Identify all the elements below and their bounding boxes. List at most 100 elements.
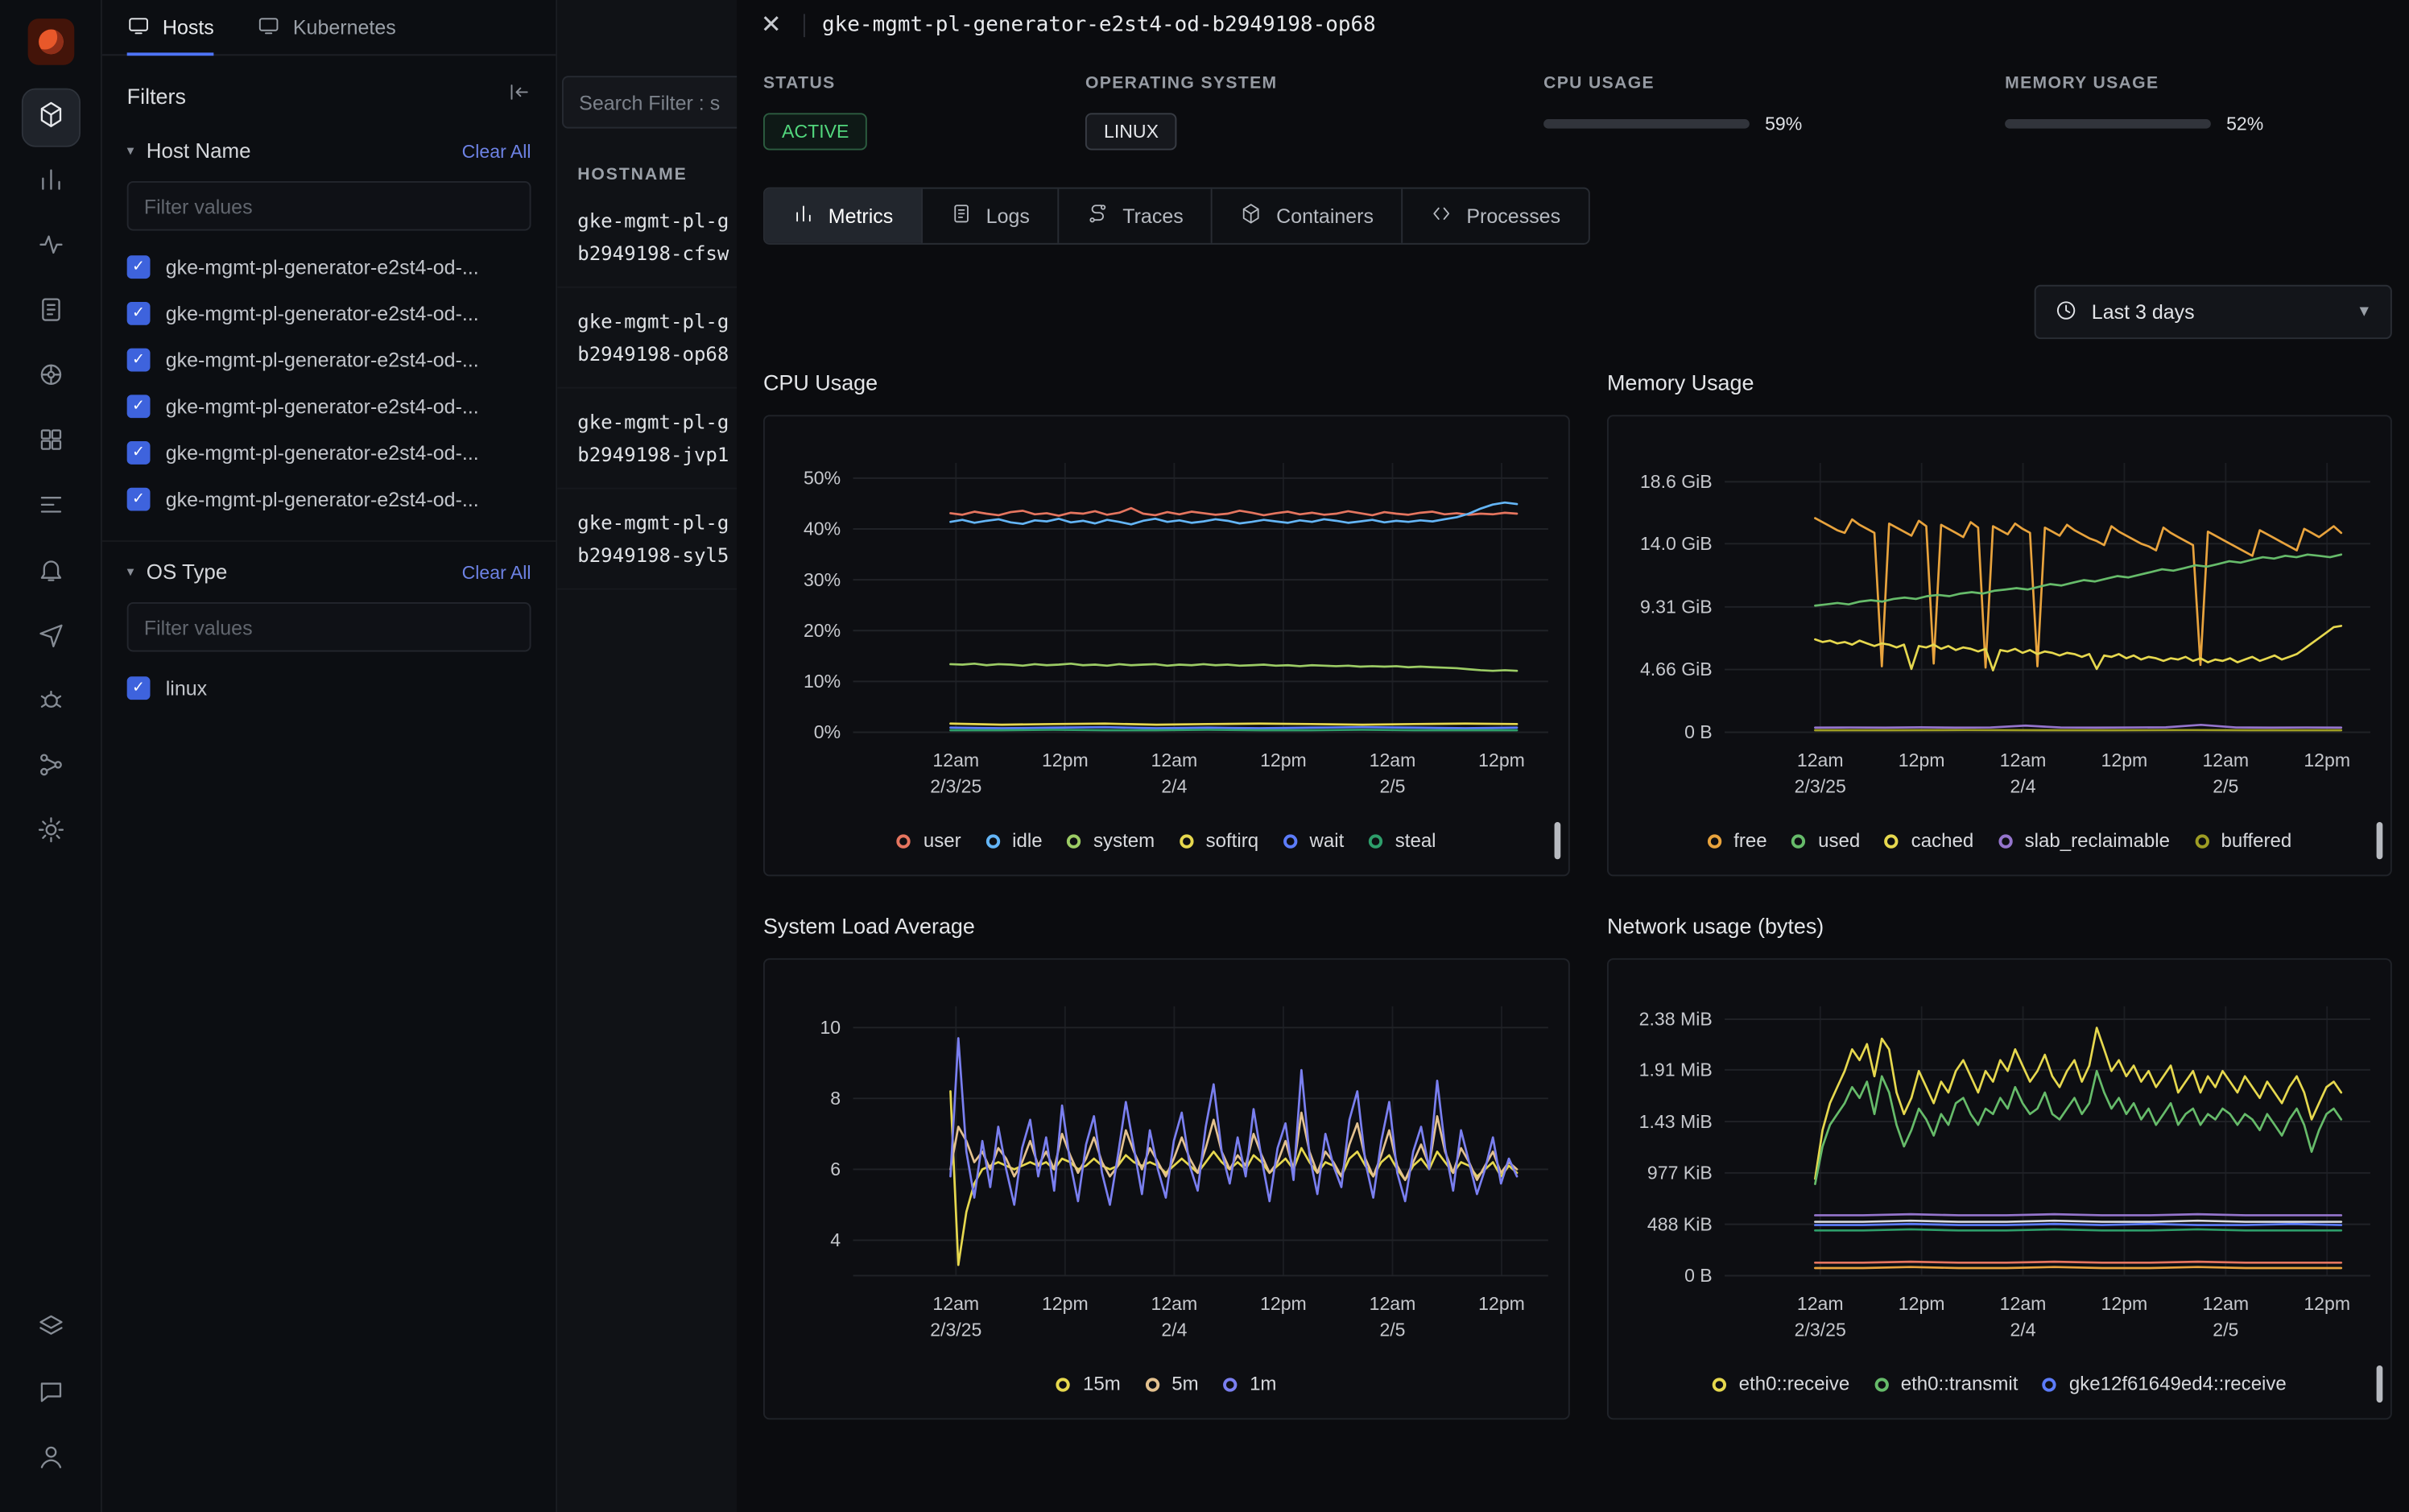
sidebar-item-send[interactable] bbox=[23, 610, 78, 666]
legend-item[interactable]: free bbox=[1708, 830, 1767, 852]
sidebar-item-activity[interactable] bbox=[23, 220, 78, 275]
filter-option[interactable]: ✓gke-mgmt-pl-generator-e2st4-od-... bbox=[127, 336, 531, 382]
svg-text:12am: 12am bbox=[2000, 750, 2047, 770]
search-filter-input[interactable] bbox=[562, 76, 737, 128]
tab-containers[interactable]: Containers bbox=[1213, 189, 1403, 243]
system-load-chart: System Load Average 12am2/3/2512pm12am2/… bbox=[763, 913, 1570, 1419]
sidebar-item-bar-chart[interactable] bbox=[23, 155, 78, 210]
legend-item[interactable]: steal bbox=[1369, 830, 1436, 852]
legend-item[interactable]: 5m bbox=[1146, 1374, 1199, 1395]
checkbox-checked-icon[interactable]: ✓ bbox=[127, 675, 151, 699]
route-icon bbox=[1087, 203, 1109, 229]
svg-text:12pm: 12pm bbox=[2101, 1293, 2148, 1314]
legend-item[interactable]: 1m bbox=[1223, 1374, 1276, 1395]
memory-usage-plot[interactable]: 12am2/3/2512pm12am2/412pm12am2/512pm0 B4… bbox=[1609, 423, 2390, 813]
sidebar-item-grid[interactable] bbox=[23, 415, 78, 470]
legend-item[interactable]: system bbox=[1067, 830, 1155, 852]
sidebar-item-package[interactable] bbox=[23, 90, 78, 146]
filter-option[interactable]: ✓gke-mgmt-pl-generator-e2st4-od-... bbox=[127, 475, 531, 522]
os-type-filter-input[interactable] bbox=[127, 602, 531, 652]
svg-text:2.38 MiB: 2.38 MiB bbox=[1639, 1009, 1713, 1030]
legend-label: slab_reclaimable bbox=[2025, 830, 2170, 852]
group-header[interactable]: ▾ OS Type Clear All bbox=[127, 560, 531, 584]
legend-item[interactable]: user bbox=[897, 830, 961, 852]
sidebar-item-bug[interactable] bbox=[23, 675, 78, 730]
header-divider bbox=[804, 13, 805, 36]
checkbox-checked-icon[interactable]: ✓ bbox=[127, 440, 151, 464]
logs-icon bbox=[36, 295, 64, 330]
host-row[interactable]: gke-mgmt-pl-gb2949198-op68 bbox=[557, 288, 737, 389]
chart-legend: free used cached slab_reclaimable buffered bbox=[1609, 816, 2390, 865]
network-usage-plot[interactable]: 12am2/3/2512pm12am2/412pm12am2/512pm0 B4… bbox=[1609, 966, 2390, 1357]
legend-scrollbar-thumb[interactable] bbox=[2377, 1365, 2383, 1403]
tab-processes[interactable]: Processes bbox=[1403, 189, 1589, 243]
legend-item[interactable]: used bbox=[1791, 830, 1860, 852]
svg-text:12pm: 12pm bbox=[1260, 750, 1307, 770]
tab-logs[interactable]: Logs bbox=[923, 189, 1060, 243]
legend-item[interactable]: wait bbox=[1283, 830, 1344, 852]
tab-traces[interactable]: Traces bbox=[1059, 189, 1213, 243]
legend-label: used bbox=[1818, 830, 1860, 852]
system-load-plot[interactable]: 12am2/3/2512pm12am2/412pm12am2/512pm4681… bbox=[765, 966, 1568, 1357]
filter-option[interactable]: ✓gke-mgmt-pl-generator-e2st4-od-... bbox=[127, 382, 531, 429]
tab-kubernetes[interactable]: Kubernetes bbox=[258, 0, 396, 54]
filter-option-label: gke-mgmt-pl-generator-e2st4-od-... bbox=[166, 254, 479, 278]
sidebar-item-gear[interactable] bbox=[23, 805, 78, 861]
host-name-filter-input[interactable] bbox=[127, 181, 531, 231]
tab-metrics[interactable]: Metrics bbox=[765, 189, 923, 243]
filter-option[interactable]: ✓linux bbox=[127, 664, 531, 711]
cpu-usage-plot[interactable]: 12am2/3/2512pm12am2/412pm12am2/512pm0%10… bbox=[765, 423, 1568, 813]
filter-option[interactable]: ✓ gke-mgmt-pl-generator-e2st4-od-... bbox=[127, 243, 531, 290]
legend-item[interactable]: buffered bbox=[2195, 830, 2291, 852]
legend-item[interactable]: softirq bbox=[1180, 830, 1258, 852]
svg-text:50%: 50% bbox=[804, 468, 841, 489]
sidebar-item-bell[interactable] bbox=[23, 545, 78, 601]
chat-icon bbox=[36, 1377, 64, 1412]
checkbox-checked-icon[interactable]: ✓ bbox=[127, 487, 151, 510]
legend-item[interactable]: 15m bbox=[1056, 1374, 1120, 1395]
sidebar-item-wheel[interactable] bbox=[23, 350, 78, 406]
checkbox-checked-icon[interactable]: ✓ bbox=[127, 394, 151, 417]
cpu-usage-label: CPU USAGE bbox=[1543, 74, 2005, 93]
sidebar-item-chat[interactable] bbox=[23, 1367, 78, 1423]
host-row[interactable]: gke-mgmt-pl-gb2949198-syl5 bbox=[557, 490, 737, 590]
chart-legend: 15m 5m 1m bbox=[765, 1359, 1568, 1409]
close-icon[interactable]: ✕ bbox=[755, 10, 786, 40]
legend-item[interactable]: eth0::receive bbox=[1713, 1374, 1849, 1395]
legend-scrollbar-thumb[interactable] bbox=[2377, 822, 2383, 859]
svg-text:12pm: 12pm bbox=[1042, 1293, 1089, 1314]
signoz-logo-icon[interactable] bbox=[27, 19, 74, 65]
legend-item[interactable]: eth0::transmit bbox=[1874, 1374, 2018, 1395]
filter-option[interactable]: ✓gke-mgmt-pl-generator-e2st4-od-... bbox=[127, 429, 531, 476]
svg-text:2/3/25: 2/3/25 bbox=[1795, 1319, 1846, 1340]
sidebar-item-logs[interactable] bbox=[23, 285, 78, 341]
time-range-select[interactable]: Last 3 days ▼ bbox=[2035, 285, 2392, 339]
legend-item[interactable]: cached bbox=[1885, 830, 1973, 852]
memory-usage-chart: Memory Usage 12am2/3/2512pm12am2/412pm12… bbox=[1607, 370, 2392, 877]
legend-item[interactable]: idle bbox=[986, 830, 1042, 852]
sidebar-item-layers[interactable] bbox=[23, 1302, 78, 1357]
group-header[interactable]: ▾ Host Name Clear All bbox=[127, 139, 531, 163]
svg-text:10: 10 bbox=[820, 1017, 841, 1038]
checkbox-checked-icon[interactable]: ✓ bbox=[127, 254, 151, 278]
checkbox-checked-icon[interactable]: ✓ bbox=[127, 301, 151, 324]
clear-all-link[interactable]: Clear All bbox=[462, 140, 531, 162]
legend-item[interactable]: gke12f61649ed4::receive bbox=[2043, 1374, 2287, 1395]
clear-all-link[interactable]: Clear All bbox=[462, 561, 531, 583]
collapse-filters-icon[interactable] bbox=[508, 81, 531, 111]
charts-grid: CPU Usage 12am2/3/2512pm12am2/412pm12am2… bbox=[737, 339, 2409, 1419]
checkbox-checked-icon[interactable]: ✓ bbox=[127, 348, 151, 371]
hostname-line: gke-mgmt-pl-g bbox=[577, 204, 737, 237]
host-row[interactable]: gke-mgmt-pl-gb2949198-cfsw bbox=[557, 188, 737, 288]
tab-hosts[interactable]: Hosts bbox=[127, 0, 214, 54]
legend-label: softirq bbox=[1206, 830, 1258, 852]
filter-option[interactable]: ✓gke-mgmt-pl-generator-e2st4-od-... bbox=[127, 290, 531, 337]
chart-card: 12am2/3/2512pm12am2/412pm12am2/512pm0%10… bbox=[763, 415, 1570, 876]
os-badge: LINUX bbox=[1085, 113, 1177, 150]
legend-scrollbar-thumb[interactable] bbox=[1555, 822, 1561, 859]
host-row[interactable]: gke-mgmt-pl-gb2949198-jvp1 bbox=[557, 389, 737, 490]
sidebar-item-rows[interactable] bbox=[23, 480, 78, 535]
legend-item[interactable]: slab_reclaimable bbox=[1998, 830, 2170, 852]
sidebar-item-user[interactable] bbox=[23, 1432, 78, 1488]
sidebar-item-branch[interactable] bbox=[23, 740, 78, 795]
